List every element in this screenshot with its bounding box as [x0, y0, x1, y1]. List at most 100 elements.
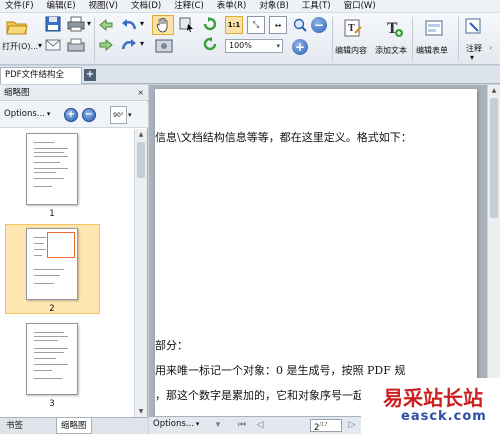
undo-dropdown-icon[interactable]: ▾ — [140, 19, 144, 28]
total-pages: /17 — [319, 422, 328, 428]
rotate-clockwise-icon[interactable] — [202, 16, 218, 32]
rotate-label: 90° — [113, 112, 124, 119]
visible-area-box[interactable] — [47, 232, 75, 258]
thumbnail-page-number: 1 — [49, 209, 55, 219]
previous-page-icon[interactable]: ◁ — [253, 419, 267, 432]
chevron-down-icon: ▾ — [195, 420, 200, 428]
menu-object[interactable]: 对象(B) — [254, 0, 293, 13]
watermark-text: 易采站长站 — [383, 386, 483, 410]
panel-tab-bar: 书签 缩略图 — [0, 417, 148, 434]
menu-file[interactable]: 文件(F) — [0, 0, 39, 13]
zoom-select[interactable]: 100% ▾ — [225, 39, 283, 53]
nav-dropdown-icon[interactable]: ▾ — [211, 419, 225, 432]
reduce-thumbnails-icon[interactable]: − — [82, 108, 96, 122]
tab-thumbnails[interactable]: 缩略图 — [56, 418, 92, 434]
thumbnail-page-3[interactable]: 3 — [0, 319, 134, 411]
scroll-up-icon[interactable]: ▲ — [488, 85, 500, 96]
annotate-icon[interactable] — [464, 17, 484, 37]
page-thumbnail-image — [26, 133, 78, 205]
fit-width-icon[interactable]: ↔ — [269, 16, 287, 34]
tab-document-title: PDF文件结构全 — [5, 70, 65, 80]
rotate-pages-button[interactable]: 90° — [110, 106, 127, 124]
new-tab-icon[interactable]: + — [84, 69, 96, 81]
enlarge-thumbnails-icon[interactable]: + — [64, 108, 78, 122]
edit-content-label[interactable]: 编辑内容 — [335, 45, 367, 56]
scrollbar-thumb[interactable] — [137, 142, 145, 178]
scroll-up-icon[interactable]: ▲ — [135, 129, 147, 140]
document-text-line: 用来唯一标记一个对象：0 是生成号，按照 PDF 规 — [155, 364, 406, 377]
zoom-dropdown-icon: ▾ — [276, 42, 280, 50]
thumbnail-options-button[interactable]: Options... ▾ — [4, 109, 50, 119]
menu-view[interactable]: 视图(V) — [84, 0, 123, 13]
redo-icon[interactable] — [120, 38, 138, 52]
chevron-down-icon: ▾ — [46, 110, 51, 118]
document-scrollbar[interactable]: ▲ — [487, 85, 500, 416]
thumbnail-list: 1 2 3 — [0, 129, 134, 417]
tab-bookmarks[interactable]: 书签 — [2, 418, 27, 434]
menu-tools[interactable]: 工具(T) — [297, 0, 336, 13]
tab-document[interactable]: PDF文件结构全 — [0, 67, 82, 84]
add-text-icon[interactable]: T — [383, 17, 405, 39]
rotate-dropdown-icon[interactable]: ▾ — [128, 111, 132, 119]
save-icon[interactable] — [44, 16, 62, 32]
next-page-icon[interactable]: ▷ — [345, 419, 359, 432]
open-button-label[interactable]: 打开(O)... — [2, 41, 38, 52]
menu-window[interactable]: 窗口(W) — [339, 0, 381, 13]
close-icon[interactable]: × — [137, 85, 144, 101]
fit-page-icon[interactable]: ⤡ — [247, 16, 265, 34]
thumbnail-options-label: Options... — [4, 109, 45, 119]
scrollbar-thumb[interactable] — [490, 98, 498, 218]
nav-options-button[interactable]: Options... ▾ — [153, 419, 199, 429]
menu-document[interactable]: 文档(D) — [126, 0, 166, 13]
zoom-in-icon[interactable]: + — [292, 39, 308, 55]
menu-form[interactable]: 表单(R) — [212, 0, 252, 13]
edit-form-icon[interactable] — [423, 17, 445, 39]
hand-tool-icon[interactable] — [152, 15, 174, 35]
thumbnail-page-1[interactable]: 1 — [0, 129, 134, 221]
panel-title: 缩略图 — [4, 88, 30, 98]
zoom-out-icon[interactable]: − — [311, 17, 327, 33]
open-folder-icon[interactable] — [6, 17, 28, 37]
main-toolbar: 打开(O)... ▾ ▾ ▾ ▾ 1:1 ⤡ ↔ 100% ▾ − + T 编辑… — [0, 13, 500, 65]
first-page-icon[interactable]: ⏮ — [235, 419, 249, 432]
panel-header: 缩略图 × — [0, 85, 148, 101]
thumbnail-panel: 缩略图 × Options... ▾ + − 90° ▾ 1 2 3 ▲ ▼ — [0, 85, 148, 417]
document-page[interactable]: 信息\文档结构信息等等，都在这里定义。格式如下： 部分： 用来唯一标记一个对象：… — [155, 89, 477, 416]
select-text-icon[interactable] — [178, 16, 196, 34]
watermark-url: easck.com — [401, 409, 487, 424]
page-thumbnail-image — [26, 228, 78, 300]
previous-view-icon[interactable] — [98, 18, 114, 32]
rotate-counterclockwise-icon[interactable] — [202, 36, 218, 52]
thumbnail-scrollbar[interactable]: ▲ ▼ — [134, 129, 147, 417]
edit-form-label[interactable]: 编辑表单 — [416, 45, 448, 56]
menu-comment[interactable]: 注释(C) — [169, 0, 209, 13]
nav-options-label: Options... — [153, 419, 194, 429]
svg-text:T: T — [348, 24, 355, 34]
zoom-value: 100% — [229, 41, 252, 50]
undo-icon[interactable] — [120, 18, 138, 32]
document-view[interactable]: 信息\文档结构信息等等，都在这里定义。格式如下： 部分： 用来唯一标记一个对象：… — [149, 85, 500, 416]
print-dropdown-icon[interactable]: ▾ — [87, 19, 91, 28]
site-watermark: 易采站长站 easck.com — [361, 378, 500, 434]
annotate-dropdown-icon[interactable]: ▾ — [470, 53, 474, 62]
next-view-icon[interactable] — [98, 38, 114, 52]
thumbnail-page-number: 3 — [49, 399, 55, 409]
actual-size-icon[interactable]: 1:1 — [225, 16, 243, 34]
edit-content-icon[interactable]: T — [342, 17, 364, 39]
panel-toolbar: Options... ▾ + − 90° ▾ — [0, 102, 148, 128]
email-icon[interactable] — [44, 37, 62, 53]
print-icon[interactable] — [66, 16, 86, 32]
redo-dropdown-icon[interactable]: ▾ — [140, 39, 144, 48]
document-text-line: 信息\文档结构信息等等，都在这里定义。格式如下： — [155, 131, 412, 144]
thumbnail-page-2[interactable]: 2 — [0, 224, 134, 316]
scan-icon[interactable] — [66, 37, 86, 53]
zoom-in-magnifier-icon[interactable] — [293, 18, 307, 32]
toolbar-overflow-icon[interactable]: › — [489, 43, 492, 52]
add-text-label[interactable]: 添加文本 — [375, 45, 407, 56]
document-tab-strip: PDF文件结构全 + — [0, 66, 500, 84]
open-dropdown-icon[interactable]: ▾ — [38, 41, 42, 50]
page-number-input[interactable]: 2/17 — [310, 419, 342, 433]
scroll-down-icon[interactable]: ▼ — [135, 406, 147, 417]
snapshot-icon[interactable] — [154, 38, 174, 54]
menu-edit[interactable]: 编辑(E) — [42, 0, 81, 13]
